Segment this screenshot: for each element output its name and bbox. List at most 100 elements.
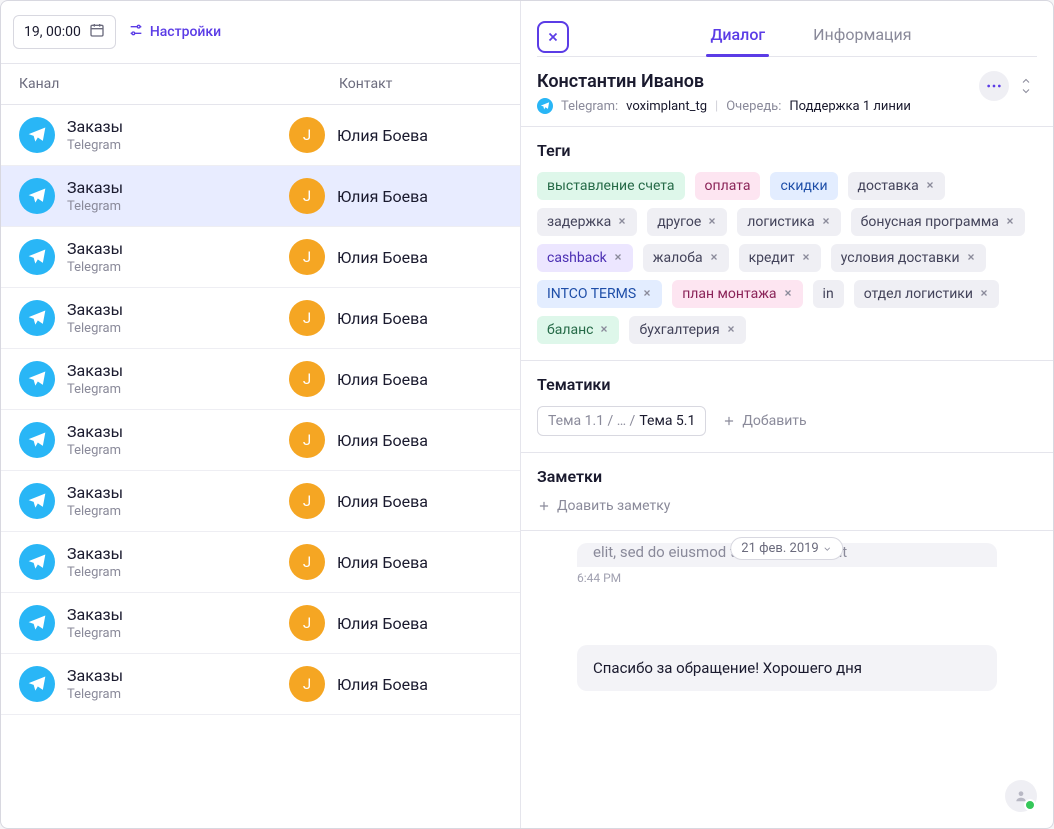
close-icon[interactable] [613, 250, 623, 266]
presence-indicator[interactable] [1005, 780, 1037, 812]
close-icon[interactable] [617, 214, 627, 230]
topic-chip[interactable]: Тема 1.1 / … / Тема 5.1 [537, 406, 706, 436]
close-icon[interactable] [726, 322, 736, 338]
tag-label: логистика [747, 214, 814, 230]
tag[interactable]: бухгалтерия [629, 316, 745, 344]
tag[interactable]: план монтажа [672, 280, 802, 308]
tag[interactable]: оплата [695, 172, 761, 200]
header-actions [979, 71, 1037, 101]
contact-cell: J Юлия Боева [289, 666, 428, 702]
tag[interactable]: другое [647, 208, 727, 236]
message-time: 6:44 PM [577, 571, 997, 585]
tag[interactable]: жалоба [643, 244, 729, 272]
channel-name: Заказы [67, 239, 123, 258]
channel-name: Заказы [67, 117, 123, 136]
contact-cell: J Юлия Боева [289, 422, 428, 458]
channel-name: Заказы [67, 361, 123, 380]
date-picker[interactable]: 19, 00:00 [13, 15, 116, 49]
contact-cell: J Юлия Боева [289, 605, 428, 641]
channel-cell: Заказы Telegram [19, 544, 289, 580]
close-icon[interactable] [709, 250, 719, 266]
channel-sub: Telegram [67, 321, 123, 336]
close-icon[interactable] [642, 286, 652, 302]
contact-cell: J Юлия Боева [289, 178, 428, 214]
telegram-icon [537, 98, 553, 114]
table-row[interactable]: Заказы Telegram J Юлия Боева [1, 105, 520, 166]
tag[interactable]: бонусная программа [851, 208, 1025, 236]
tag-label: скидки [780, 178, 827, 194]
telegram-icon [19, 178, 55, 214]
table-row[interactable]: Заказы Telegram J Юлия Боева [1, 654, 520, 715]
table-row[interactable]: Заказы Telegram J Юлия Боева [1, 227, 520, 288]
tag[interactable]: INTCO TERMS [537, 280, 662, 308]
tag[interactable]: доставка [848, 172, 945, 200]
channel-cell: Заказы Telegram [19, 117, 289, 153]
tab-dialog[interactable]: Диалог [706, 17, 769, 56]
channel-name: Заказы [67, 483, 123, 502]
avatar: J [289, 544, 325, 580]
avatar: J [289, 361, 325, 397]
tag-label: in [823, 286, 834, 302]
avatar: J [289, 666, 325, 702]
close-icon[interactable] [979, 286, 989, 302]
channel-texts: Заказы Telegram [67, 483, 123, 519]
close-button[interactable] [537, 21, 569, 53]
tag-label: выставление счета [547, 178, 675, 194]
chat-area: elit, sed do eiusmod tempor incididunt 2… [521, 531, 1053, 828]
contact-cell: J Юлия Боева [289, 544, 428, 580]
tag[interactable]: скидки [770, 172, 837, 200]
tag[interactable]: баланс [537, 316, 619, 344]
tag[interactable]: кредит [739, 244, 821, 272]
tag[interactable]: отдел логистики [854, 280, 999, 308]
channel-cell: Заказы Telegram [19, 361, 289, 397]
channel-texts: Заказы Telegram [67, 178, 123, 214]
header-contact: Контакт [279, 76, 502, 92]
settings-button[interactable]: Настройки [128, 22, 221, 42]
close-icon[interactable] [821, 214, 831, 230]
tab-info[interactable]: Информация [809, 17, 915, 56]
date-text: 19, 00:00 [24, 24, 81, 40]
app-frame: 19, 00:00 Настройки Канал Контакт Зака [0, 0, 1054, 829]
contact-name: Юлия Боева [337, 248, 428, 267]
close-icon[interactable] [599, 322, 609, 338]
table-row[interactable]: Заказы Telegram J Юлия Боева [1, 471, 520, 532]
right-header: Диалог Информация [521, 1, 1053, 56]
telegram-icon [19, 483, 55, 519]
date-chip[interactable]: 21 фев. 2019 [730, 537, 843, 560]
table-row[interactable]: Заказы Telegram J Юлия Боева [1, 410, 520, 471]
add-note-button[interactable]: Доавить заметку [537, 498, 1037, 514]
close-icon[interactable] [801, 250, 811, 266]
avatar: J [289, 605, 325, 641]
tag[interactable]: логистика [737, 208, 840, 236]
close-icon[interactable] [783, 286, 793, 302]
meta-separator: | [715, 99, 718, 114]
channel-texts: Заказы Telegram [67, 666, 123, 702]
meta-queue-label: Очередь: [726, 99, 781, 114]
table-row[interactable]: Заказы Telegram J Юлия Боева [1, 532, 520, 593]
tag[interactable]: условия доставки [831, 244, 986, 272]
tag-label: задержка [547, 214, 611, 230]
header-channel: Канал [19, 76, 279, 92]
tag[interactable]: выставление счета [537, 172, 685, 200]
close-icon[interactable] [966, 250, 976, 266]
tag[interactable]: cashback [537, 244, 633, 272]
table-row[interactable]: Заказы Telegram J Юлия Боева [1, 166, 520, 227]
collapse-button[interactable] [1015, 77, 1037, 95]
table-header: Канал Контакт [1, 64, 520, 105]
close-icon[interactable] [707, 214, 717, 230]
channel-texts: Заказы Telegram [67, 422, 123, 458]
tag[interactable]: in [813, 280, 844, 308]
tag[interactable]: задержка [537, 208, 637, 236]
telegram-icon [19, 666, 55, 702]
close-icon[interactable] [925, 178, 935, 194]
more-button[interactable] [979, 71, 1009, 101]
add-topic-button[interactable]: Добавить [722, 413, 806, 429]
avatar: J [289, 300, 325, 336]
close-icon[interactable] [1005, 214, 1015, 230]
channel-sub: Telegram [67, 260, 123, 275]
topic-path-current: Тема 5.1 [639, 413, 695, 429]
contact-name: Юлия Боева [337, 614, 428, 633]
table-row[interactable]: Заказы Telegram J Юлия Боева [1, 288, 520, 349]
table-row[interactable]: Заказы Telegram J Юлия Боева [1, 349, 520, 410]
table-row[interactable]: Заказы Telegram J Юлия Боева [1, 593, 520, 654]
